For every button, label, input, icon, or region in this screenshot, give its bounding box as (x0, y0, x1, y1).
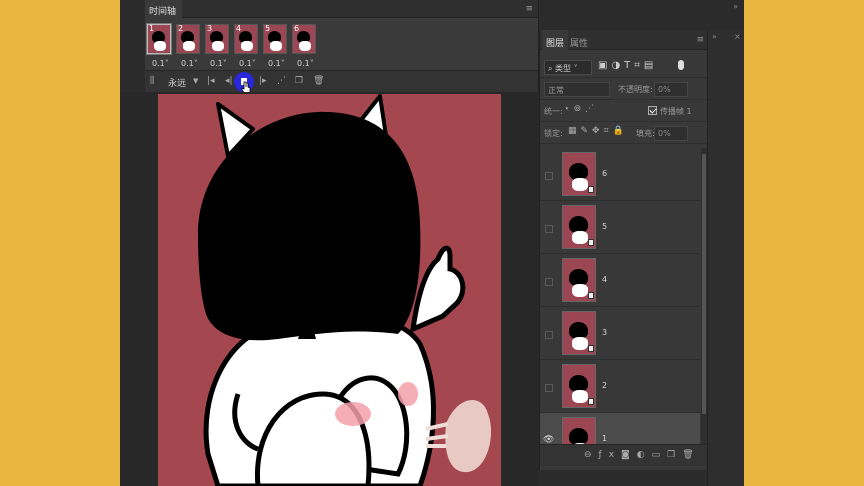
frame-number: 4 (236, 24, 242, 33)
layer-filter-select[interactable]: ⌕ 类型 ˅ (544, 60, 592, 75)
collapse-icon[interactable]: » (712, 32, 717, 41)
document-canvas[interactable] (158, 94, 501, 486)
loop-options-select[interactable]: 永远 (168, 76, 186, 89)
visibility-toggle[interactable] (545, 172, 553, 180)
timeline-panel: 时间轴 ≡ 1 0.1˅ 2 0.1˅ 3 0.1˅ 4 0.1˅ 5 0.1˅… (145, 0, 539, 95)
visibility-toggle[interactable] (545, 384, 553, 392)
layers-footer: ⊖ƒx◙◐▭❐🗑 (540, 444, 707, 466)
smart-object-icon (588, 292, 594, 299)
layer-name[interactable]: 2 (602, 381, 607, 390)
layer-row[interactable]: 4 (540, 254, 700, 307)
layer-name[interactable]: 6 (602, 169, 607, 178)
timeline-controls: ⫼ 永远 ▼ |◂ ◂| |▸ ⋰ ❐ 🗑 (145, 70, 538, 95)
visibility-toggle[interactable] (545, 331, 553, 339)
previous-frame-icon[interactable]: ◂| (225, 76, 233, 86)
timeline-frame[interactable]: 1 0.1˅ (147, 24, 173, 70)
lock-icons[interactable]: ▦✎✥⌗🔒 (568, 126, 628, 136)
filter-type-icons[interactable]: ▣◑T⌗▤ (598, 60, 657, 71)
frame-number: 3 (207, 24, 213, 33)
unify-icons[interactable]: ⋆⊚⋰ (564, 104, 598, 114)
timeline-frame[interactable]: 2 0.1˅ (176, 24, 202, 70)
trash-icon[interactable]: 🗑 (313, 76, 324, 86)
filter-toggle[interactable] (678, 60, 684, 70)
layer-row[interactable]: 5 (540, 201, 700, 254)
unify-label: 统一: (544, 107, 563, 116)
frame-number: 1 (149, 24, 155, 33)
frame-number: 6 (294, 24, 300, 33)
propagate-label: 传播帧 1 (660, 107, 692, 116)
dock-top-bar: » (539, 0, 744, 30)
frame-number: 2 (178, 24, 184, 33)
frame-delay[interactable]: 0.1˅ (239, 59, 256, 68)
smart-object-icon (588, 345, 594, 352)
first-frame-icon[interactable]: |◂ (207, 76, 215, 86)
layer-thumbnail (562, 417, 596, 444)
convert-timeline-icon[interactable]: ⫼ (150, 76, 154, 86)
timeline-header: 时间轴 ≡ (145, 0, 538, 18)
lock-row: 锁定: ▦✎✥⌗🔒 填充: 0% (540, 122, 707, 144)
fill-label: 填充: (636, 129, 655, 138)
scrollbar-thumb[interactable] (702, 154, 706, 414)
opacity-input[interactable]: 0% (654, 82, 688, 97)
layers-panel: 图层 属性 ≡ ⌕ 类型 ˅ ▣◑T⌗▤ 正常 不透明度: 0% 统一: ⋆⊚⋰… (539, 30, 707, 470)
propagate-frame-checkbox[interactable] (648, 106, 657, 115)
timeline-frames: 1 0.1˅ 2 0.1˅ 3 0.1˅ 4 0.1˅ 5 0.1˅ 6 0.1… (145, 24, 538, 70)
close-icon[interactable]: × (734, 32, 741, 41)
frame-delay[interactable]: 0.1˅ (210, 59, 227, 68)
smart-object-icon (588, 186, 594, 193)
layers-panel-tabs: 图层 属性 ≡ (540, 30, 707, 50)
opacity-label: 不透明度: (618, 85, 653, 94)
visibility-toggle[interactable] (545, 225, 553, 233)
frame-delay[interactable]: 0.1˅ (152, 59, 169, 68)
layer-name[interactable]: 4 (602, 275, 607, 284)
frame-number: 5 (265, 24, 271, 33)
character-illustration (198, 94, 492, 486)
timeline-frame[interactable]: 6 0.1˅ (292, 24, 318, 70)
timeline-frame[interactable]: 5 0.1˅ (263, 24, 289, 70)
filter-row: ⌕ 类型 ˅ ▣◑T⌗▤ (540, 56, 707, 78)
tab-layers[interactable]: 图层 (542, 30, 569, 50)
layer-row[interactable]: 2 (540, 360, 700, 413)
fill-input[interactable]: 0% (654, 126, 688, 141)
visibility-toggle[interactable] (545, 278, 553, 286)
layer-name[interactable]: 1 (602, 434, 607, 443)
frame-delay[interactable]: 0.1˅ (181, 59, 198, 68)
chevron-down-icon[interactable]: ▼ (193, 77, 198, 85)
smart-object-icon (588, 398, 594, 405)
panel-menu-icon[interactable]: ≡ (525, 4, 532, 14)
layer-row[interactable]: 6 (540, 148, 700, 201)
frame-delay[interactable]: 0.1˅ (268, 59, 285, 68)
layer-actions-icons[interactable]: ⊖ƒx◙◐▭❐🗑 (584, 450, 701, 460)
smart-object-icon (588, 239, 594, 246)
layer-name[interactable]: 3 (602, 328, 607, 337)
duplicate-frame-icon[interactable]: ❐ (295, 76, 303, 86)
next-frame-icon[interactable]: |▸ (259, 76, 267, 86)
layer-row[interactable]: 3 (540, 307, 700, 360)
timeline-frame[interactable]: 3 0.1˅ (205, 24, 231, 70)
lock-label: 锁定: (544, 129, 563, 138)
unify-row: 统一: ⋆⊚⋰ 传播帧 1 (540, 100, 707, 122)
timeline-tab[interactable]: 时间轴 (145, 0, 183, 18)
photoshop-window: 时间轴 ≡ 1 0.1˅ 2 0.1˅ 3 0.1˅ 4 0.1˅ 5 0.1˅… (120, 0, 744, 486)
collapse-icon[interactable]: » (733, 2, 738, 11)
eye-icon[interactable]: 👁 (543, 435, 555, 444)
layer-row[interactable]: 👁 1 (540, 413, 700, 444)
tween-icon[interactable]: ⋰ (277, 76, 286, 86)
panel-menu-icon[interactable]: ≡ (696, 35, 703, 45)
right-dock: » × (707, 30, 744, 486)
tab-properties[interactable]: 属性 (566, 30, 592, 50)
layers-list: 6 5 4 3 2 👁 1 (540, 148, 700, 444)
layer-name[interactable]: 5 (602, 222, 607, 231)
timeline-frame[interactable]: 4 0.1˅ (234, 24, 260, 70)
frame-delay[interactable]: 0.1˅ (297, 59, 314, 68)
blend-row: 正常 不透明度: 0% (540, 78, 707, 100)
blend-mode-select[interactable]: 正常 (544, 82, 610, 97)
canvas-area[interactable] (120, 92, 539, 486)
